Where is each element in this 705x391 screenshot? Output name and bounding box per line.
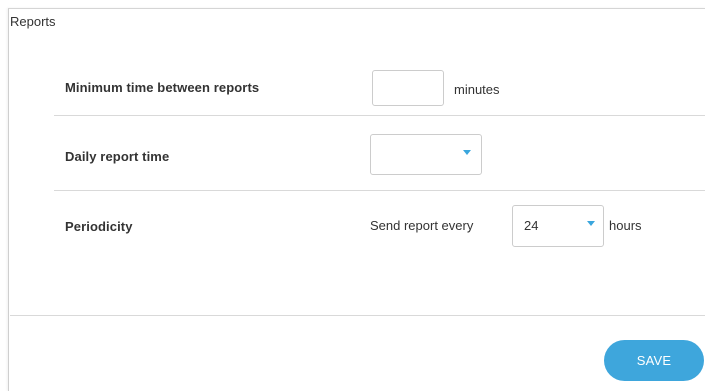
min-time-label: Minimum time between reports bbox=[65, 80, 260, 95]
periodicity-prefix: Send report every bbox=[370, 218, 474, 233]
caret-down-icon bbox=[587, 221, 595, 226]
periodicity-select[interactable]: 24 bbox=[512, 205, 604, 247]
settings-row-min-time: Minimum time between reports minutes bbox=[54, 58, 705, 116]
daily-time-label: Daily report time bbox=[65, 149, 170, 164]
footer-divider bbox=[10, 315, 705, 316]
save-button[interactable]: SAVE bbox=[604, 340, 704, 381]
min-time-unit: minutes bbox=[454, 82, 500, 97]
periodicity-unit: hours bbox=[609, 218, 642, 233]
caret-down-icon bbox=[463, 150, 471, 155]
periodicity-label: Periodicity bbox=[65, 219, 133, 234]
min-time-input[interactable] bbox=[372, 70, 444, 106]
settings-row-periodicity: Periodicity Send report every 24 hours bbox=[54, 191, 705, 261]
daily-time-select[interactable] bbox=[370, 134, 482, 175]
panel-title: Reports bbox=[10, 14, 56, 29]
reports-panel: Reports Minimum time between reports min… bbox=[8, 8, 705, 391]
settings-row-daily-time: Daily report time bbox=[54, 116, 705, 191]
periodicity-value: 24 bbox=[524, 218, 539, 233]
